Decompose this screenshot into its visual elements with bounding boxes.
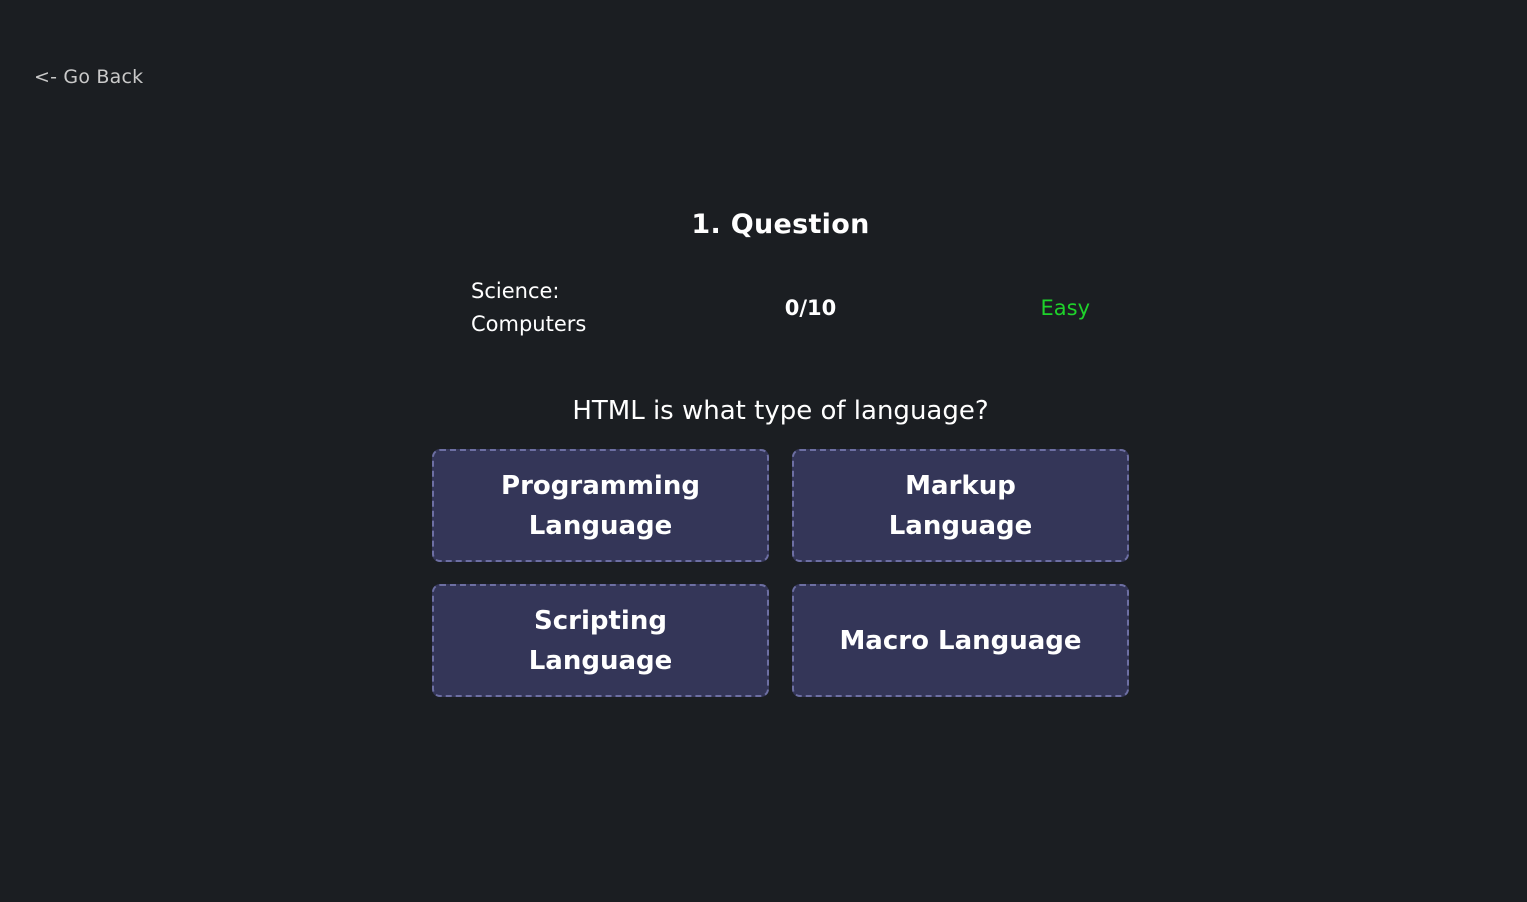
question-number-title: 1. Question [691, 209, 870, 240]
question-meta: Science: Computers 0/10 Easy [432, 275, 1129, 341]
category-line-1: Science: [471, 279, 560, 303]
answer-button-markup-language[interactable]: Markup Language [792, 449, 1129, 562]
answer-button-scripting-language[interactable]: Scripting Language [432, 584, 769, 697]
difficulty-badge: Easy [1040, 296, 1090, 320]
answer-button-macro-language[interactable]: Macro Language [792, 584, 1129, 697]
question-text: HTML is what type of language? [572, 396, 989, 426]
category-line-2: Computers [471, 312, 587, 336]
category-label: Science: Computers [471, 275, 691, 341]
go-back-link[interactable]: <- Go Back [34, 66, 143, 88]
score-counter: 0/10 [784, 296, 837, 320]
quiz-card: 1. Question Science: Computers 0/10 Easy… [432, 200, 1129, 697]
answer-options: Programming Language Markup Language Scr… [432, 449, 1129, 697]
answer-button-programming-language[interactable]: Programming Language [432, 449, 769, 562]
